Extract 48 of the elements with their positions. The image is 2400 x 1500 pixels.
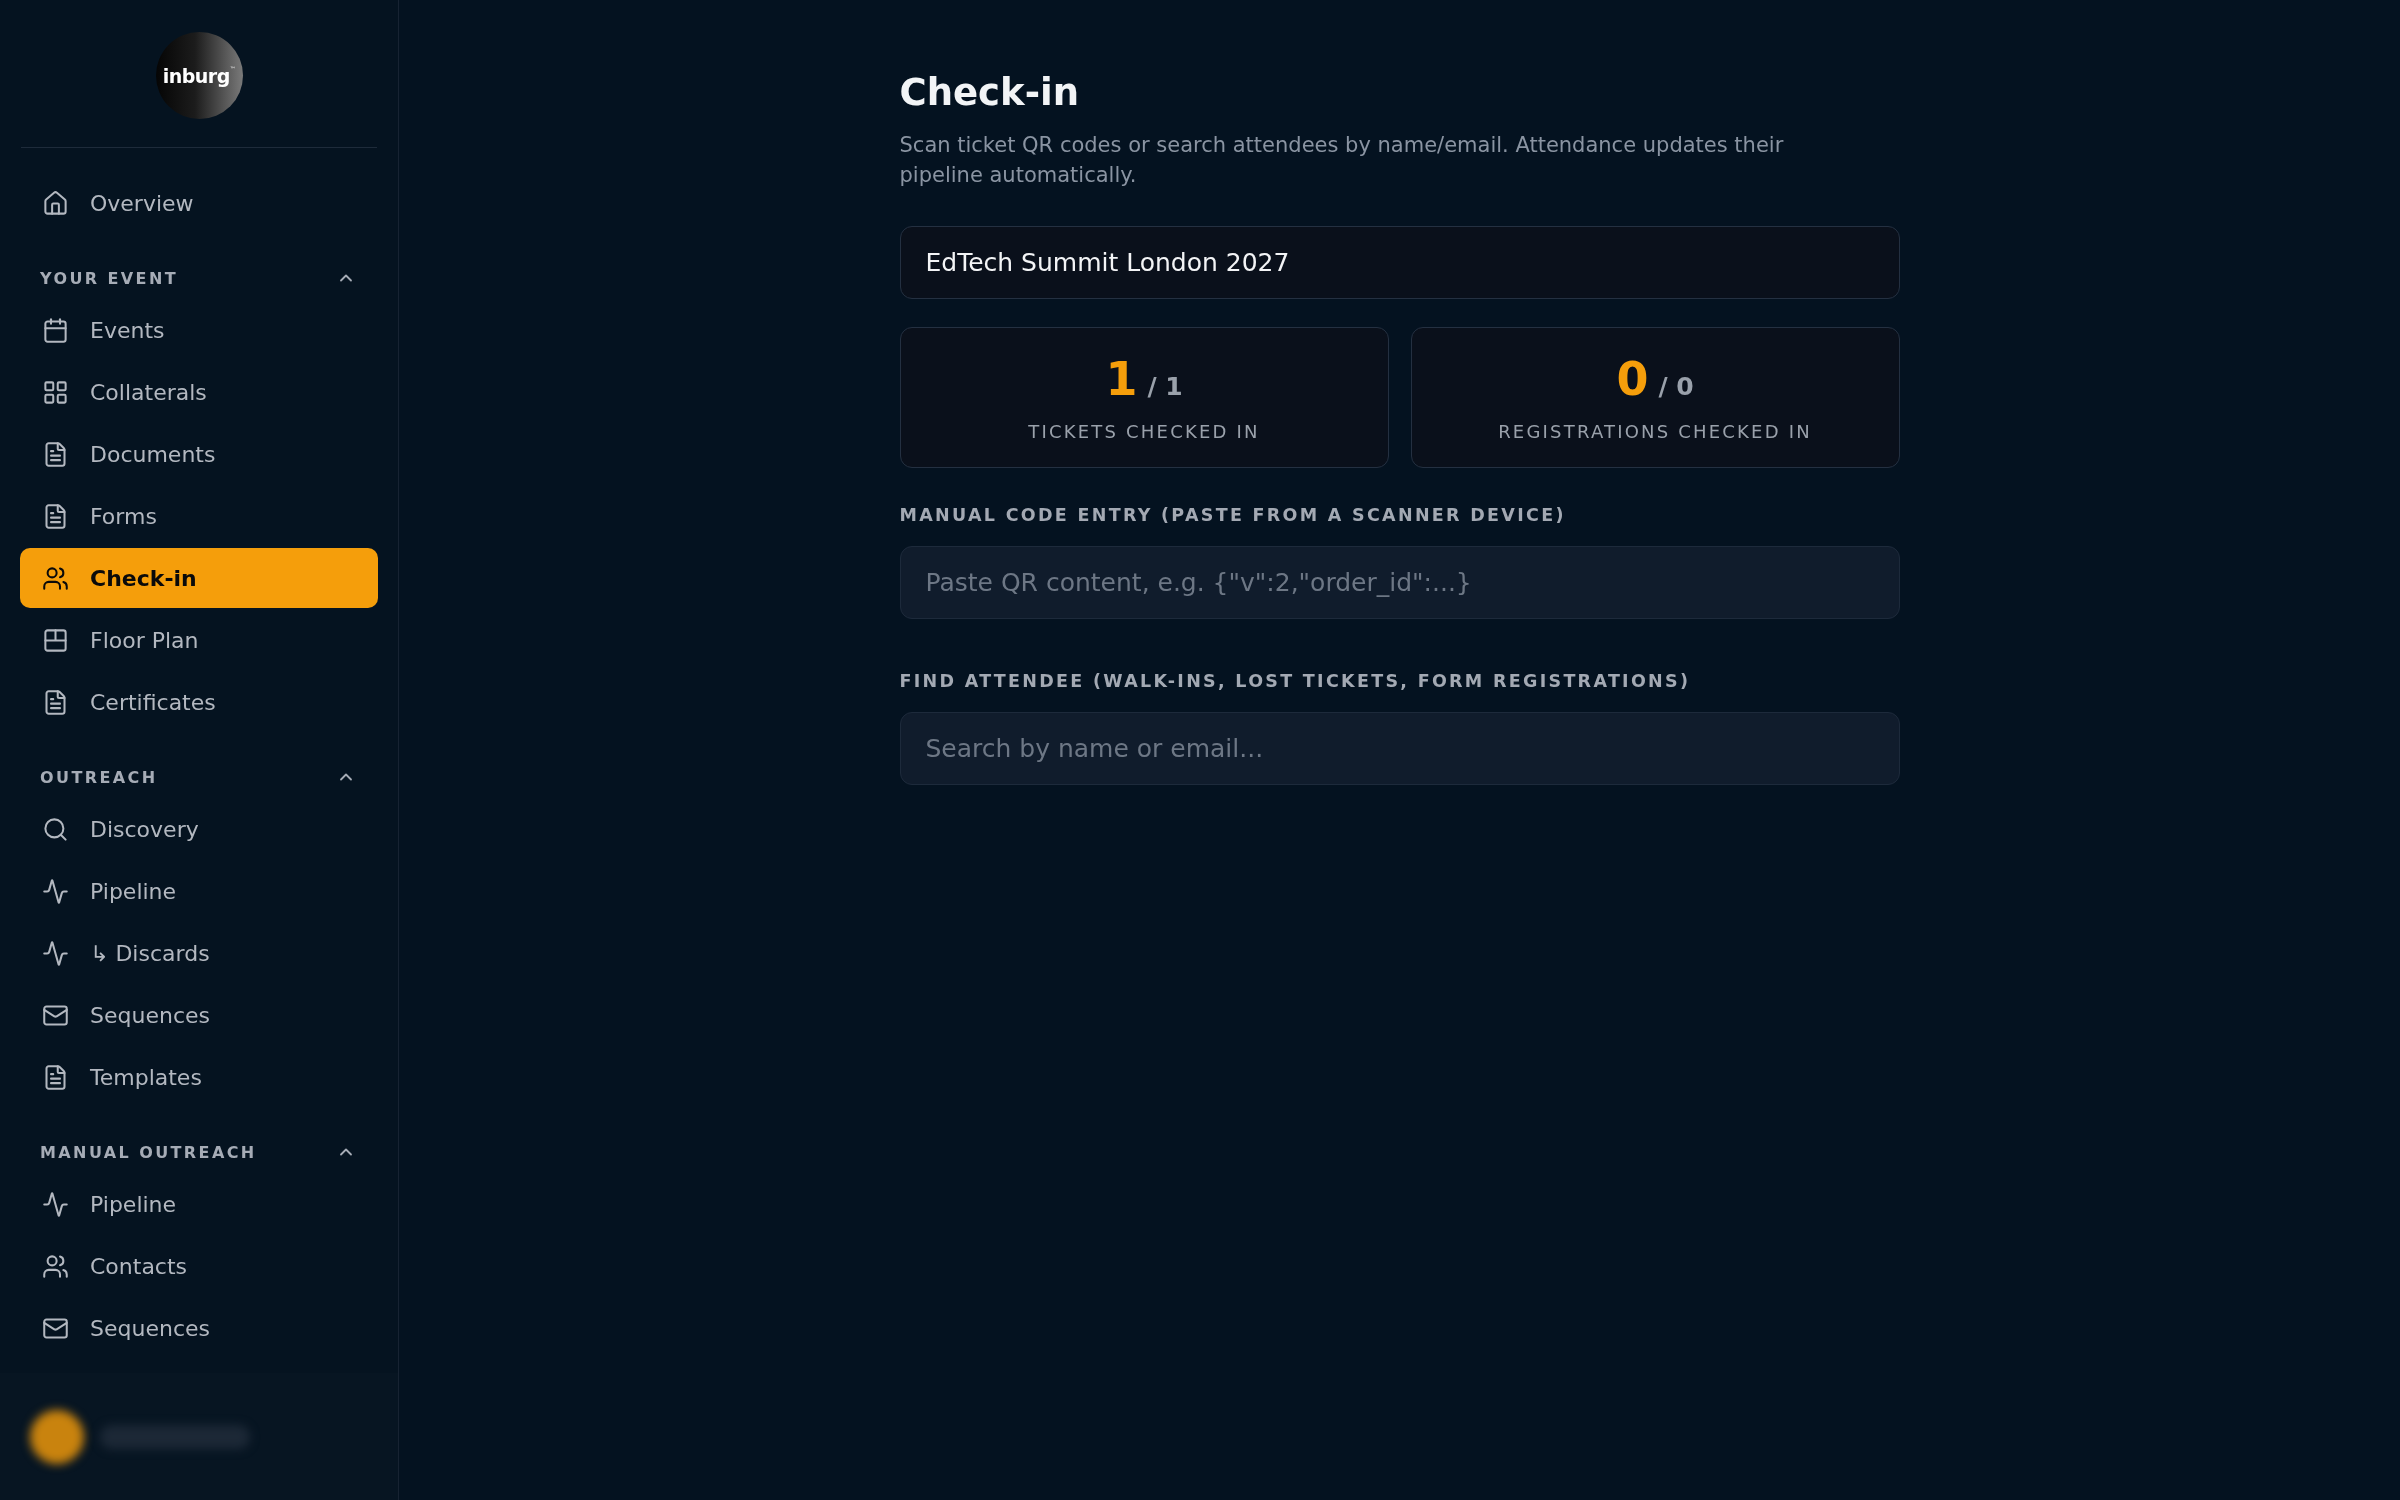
document-icon <box>42 688 69 716</box>
nav-item[interactable]: Collaterals <box>20 362 378 422</box>
document-icon <box>42 1063 69 1091</box>
nav-item[interactable]: Floor Plan <box>20 610 378 670</box>
event-select[interactable]: EdTech Summit London 2027 <box>899 226 1900 299</box>
nav-item[interactable]: Sequences <box>20 985 378 1045</box>
nav-item[interactable]: Contacts <box>20 1236 378 1296</box>
page-subtitle: Scan ticket QR codes or search attendees by name/email. Attendance updates their pipeline automatically. <box>899 132 1785 189</box>
nav-item[interactable]: Pipeline <box>20 1174 378 1234</box>
nav-item[interactable]: Documents <box>20 424 378 484</box>
nav-item[interactable]: Overview <box>20 173 378 233</box>
nav-item[interactable]: Forms <box>20 486 378 546</box>
section-toggle[interactable]: OUTREACH <box>20 762 378 792</box>
section-toggle[interactable]: YOUR EVENT <box>20 263 378 293</box>
page-title: Check-in <box>899 70 1080 116</box>
document-icon <box>42 440 69 468</box>
nav-item[interactable]: ↳ Discards <box>20 923 378 983</box>
logo-wordmark: inburg$^{™}$ <box>155 32 243 119</box>
section-toggle[interactable]: MANUAL OUTREACH <box>20 1137 378 1167</box>
field-label: FIND ATTENDEE (WALK-INS, LOST TICKETS, FORM REGISTRATIONS) <box>899 670 1692 692</box>
floor-plan-icon <box>42 626 69 654</box>
home-icon <box>42 189 69 217</box>
field-label: MANUAL CODE ENTRY (PASTE FROM A SCANNER DEVICE) <box>899 504 1567 526</box>
stat-value: 1 <box>1105 351 1138 408</box>
people-icon <box>42 564 69 592</box>
search-icon <box>42 815 69 843</box>
calendar-icon <box>42 316 69 344</box>
nav-item[interactable]: Pipeline <box>20 861 378 921</box>
nav-item[interactable]: Discovery <box>20 799 378 859</box>
blurred-avatar-icon <box>30 1409 84 1464</box>
nav-item[interactable]: Certificates <box>20 672 378 732</box>
pulse-icon <box>42 877 69 905</box>
nav-item[interactable]: Templates <box>20 1047 378 1107</box>
stat-value: 0 <box>1616 351 1649 408</box>
nav-item[interactable]: Sequences <box>20 1298 378 1358</box>
nav-item[interactable]: Events <box>20 300 378 360</box>
stat-total: / 1 <box>1147 372 1183 401</box>
people-icon <box>42 1252 69 1280</box>
stat-label: REGISTRATIONS CHECKED IN <box>1498 421 1812 442</box>
stat-label: TICKETS CHECKED IN <box>1028 421 1260 442</box>
search-input[interactable]: Search by name or email... <box>899 712 1900 785</box>
pulse-icon <box>42 1190 69 1218</box>
nav-item[interactable]: Check-in <box>20 548 378 608</box>
grid-icon <box>42 378 69 406</box>
pulse-icon <box>42 939 69 967</box>
document-icon <box>42 502 69 530</box>
stat-total: / 0 <box>1658 372 1694 401</box>
code-input[interactable]: Paste QR content, e.g. {"v":2,"order_id":...} <box>899 546 1900 619</box>
